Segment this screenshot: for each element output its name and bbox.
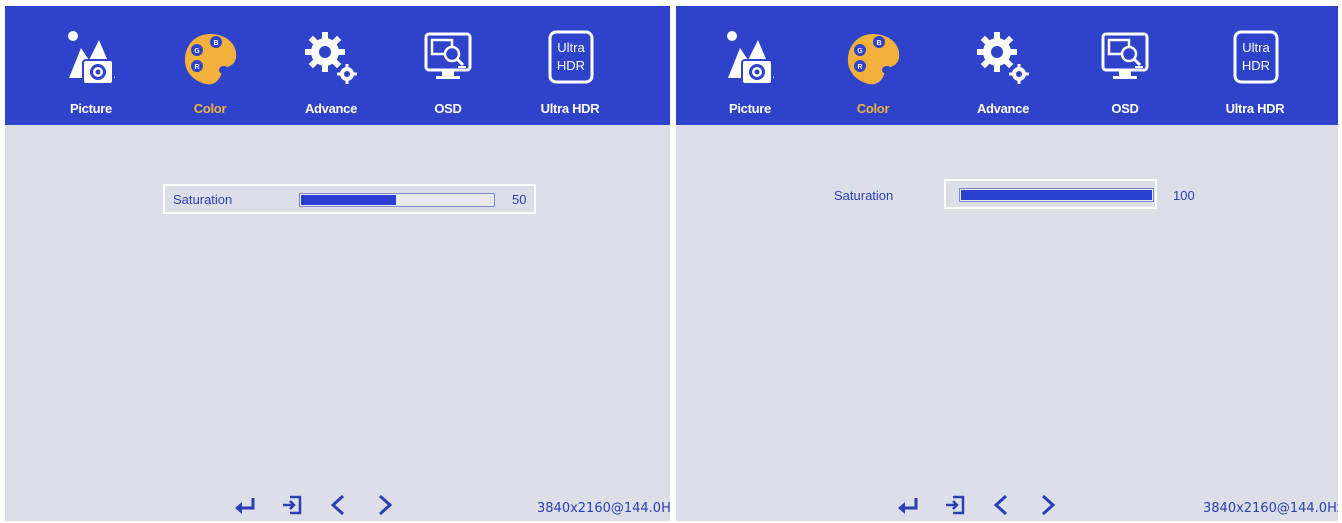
ultra-hdr-icon-text: HDR [557, 58, 585, 73]
palette-icon: B G R [847, 34, 900, 85]
picture-icon [68, 31, 115, 85]
saturation-slider-fill [961, 190, 1152, 200]
saturation-value: 100 [1173, 188, 1195, 203]
right-arrow-icon[interactable] [1035, 494, 1059, 516]
svg-text:G: G [194, 48, 200, 55]
osd-monitor-icon [1101, 32, 1149, 79]
menu-bar: Picture B G R Color Advance OSD Ultra HD… [676, 6, 1338, 125]
left-arrow-icon[interactable] [327, 494, 351, 516]
palette-icon: B G R [184, 34, 237, 85]
saturation-slider[interactable] [299, 193, 495, 207]
svg-text:B: B [213, 40, 218, 47]
saturation-setting-row[interactable]: Saturation 50 [163, 184, 536, 214]
menu-label: Ultra HDR [1225, 101, 1285, 116]
saturation-label: Saturation [173, 192, 233, 207]
resolution-readout: 3840x2160@144.0Hz [1203, 501, 1338, 516]
ultra-hdr-icon: Ultra HDR [1233, 30, 1279, 84]
menu-label: Picture [70, 101, 112, 116]
menu-item-advance[interactable]: Advance [283, 6, 379, 125]
left-arrow-icon[interactable] [990, 494, 1014, 516]
ultra-hdr-icon: Ultra HDR [548, 30, 594, 84]
menu-item-ultra-hdr[interactable]: Ultra HDR Ultra HDR [1207, 6, 1303, 125]
menu-label: Color [856, 101, 890, 116]
menu-label: Advance [976, 101, 1030, 116]
saturation-slider-fill [301, 195, 396, 205]
svg-text:B: B [876, 40, 881, 47]
exit-icon[interactable] [943, 494, 967, 516]
menu-item-color[interactable]: B G R Color [825, 6, 921, 125]
saturation-slider[interactable] [959, 188, 1154, 202]
enter-icon[interactable] [896, 494, 920, 516]
menu-bar: Picture B G R Color Advance OSD Ultra HD… [5, 6, 670, 125]
enter-icon[interactable] [233, 494, 257, 516]
svg-text:G: G [857, 48, 863, 55]
menu-label: Advance [304, 101, 358, 116]
menu-item-picture[interactable]: Picture [702, 6, 798, 125]
menu-item-advance[interactable]: Advance [955, 6, 1051, 125]
picture-icon [727, 31, 774, 85]
saturation-value: 50 [512, 192, 527, 207]
resolution-readout: 3840x2160@144.0Hz [537, 501, 670, 516]
menu-item-picture[interactable]: Picture [43, 6, 139, 125]
menu-label: Ultra HDR [540, 101, 600, 116]
right-arrow-icon[interactable] [372, 494, 396, 516]
svg-text:R: R [194, 64, 199, 71]
menu-label: OSD [1111, 101, 1139, 116]
menu-label: Color [193, 101, 227, 116]
svg-text:R: R [857, 64, 862, 71]
footer-controls [896, 494, 1086, 516]
osd-screen-left: Picture B G R Color Advance OSD Ultra HD… [5, 6, 670, 521]
gears-icon [977, 32, 1029, 84]
ultra-hdr-icon-text: Ultra [1242, 40, 1270, 55]
menu-item-ultra-hdr[interactable]: Ultra HDR Ultra HDR [522, 6, 618, 125]
osd-monitor-icon [424, 32, 472, 79]
menu-item-osd[interactable]: OSD [400, 6, 496, 125]
ultra-hdr-icon-text: Ultra [557, 40, 585, 55]
menu-label: OSD [434, 101, 462, 116]
gears-icon [305, 32, 357, 84]
menu-label: Picture [729, 101, 771, 116]
ultra-hdr-icon-text: HDR [1242, 58, 1270, 73]
saturation-setting-row-slider[interactable] [944, 179, 1157, 209]
menu-item-color[interactable]: B G R Color [162, 6, 258, 125]
saturation-label: Saturation [834, 188, 894, 203]
menu-item-osd[interactable]: OSD [1077, 6, 1173, 125]
exit-icon[interactable] [280, 494, 304, 516]
footer-controls [233, 494, 423, 516]
osd-screen-right: Picture B G R Color Advance OSD Ultra HD… [676, 6, 1338, 521]
